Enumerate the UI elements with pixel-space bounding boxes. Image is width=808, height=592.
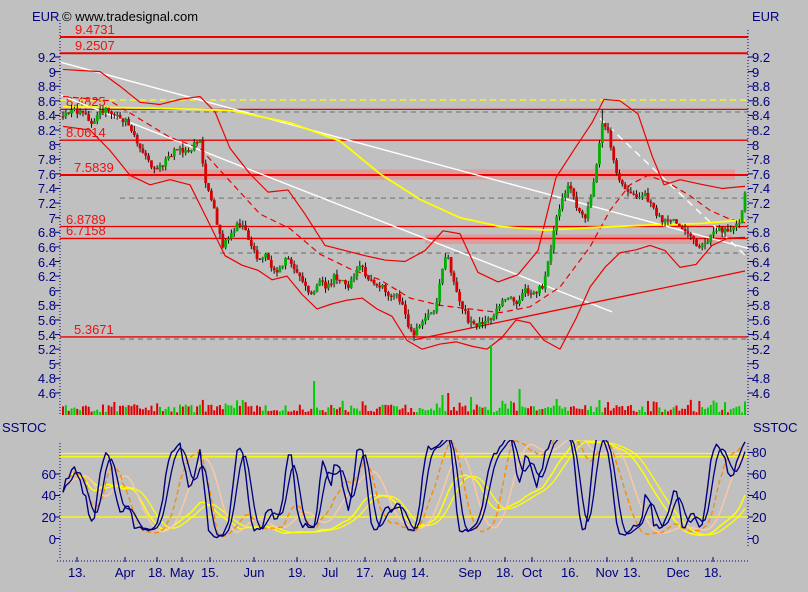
chart-canvas[interactable]	[0, 0, 808, 592]
stochastic-layer	[60, 435, 748, 538]
candlestick-layer	[62, 104, 747, 341]
trading-chart-window: { "app": { "copyright": "© www.tradesign…	[0, 0, 808, 592]
volume-bars-layer	[62, 345, 746, 415]
